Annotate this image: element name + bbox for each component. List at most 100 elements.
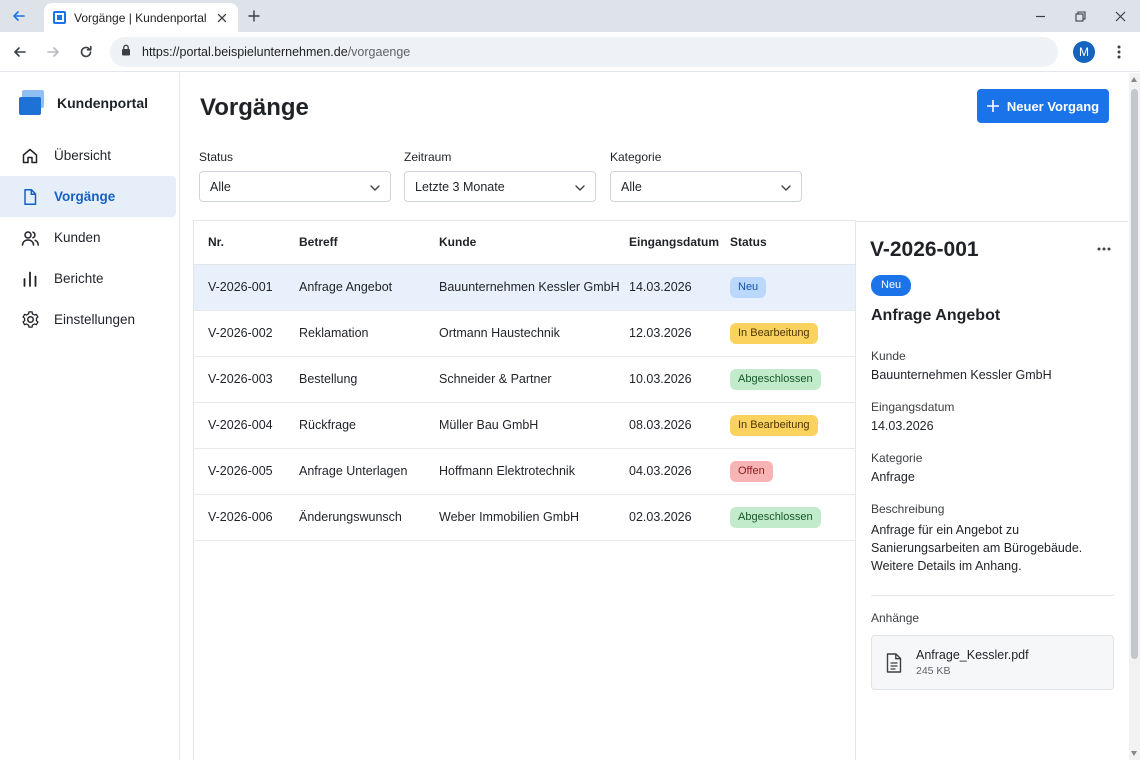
sidebar-item-label: Vorgänge: [54, 189, 116, 204]
minimize-icon[interactable]: [1030, 6, 1050, 26]
column-header-nr[interactable]: Nr.: [194, 221, 299, 265]
vorgaenge-table: Nr. Betreff Kunde Eingangsdatum Status V…: [193, 220, 856, 760]
more-options-icon[interactable]: [1095, 240, 1113, 258]
cell-status: Offen: [730, 448, 856, 495]
chevron-down-icon: [575, 178, 585, 196]
plus-icon: [986, 100, 999, 112]
close-icon[interactable]: [214, 10, 230, 26]
profile-avatar[interactable]: M: [1073, 41, 1095, 63]
new-vorgang-button[interactable]: Neuer Vorgang: [977, 89, 1109, 123]
sidebar-item-vorgaenge[interactable]: Vorgänge: [0, 176, 176, 217]
scroll-up-arrow-icon[interactable]: [1131, 77, 1137, 82]
detail-datum-value: 14.03.2026: [871, 419, 934, 433]
cell-kunde: Weber Immobilien GmbH: [439, 494, 629, 541]
page-scrollbar[interactable]: [1129, 73, 1140, 760]
status-badge: Offen: [730, 460, 773, 482]
address-bar[interactable]: https://portal.beispielunternehmen.de/vo…: [110, 37, 1058, 67]
detail-kunde-value: Bauunternehmen Kessler GmbH: [871, 368, 1052, 382]
cell-eingangsdatum: 02.03.2026: [629, 494, 730, 541]
sidebar-item-kunden[interactable]: Kunden: [0, 217, 176, 258]
detail-kunde-label: Kunde: [871, 349, 906, 363]
status-badge: Neu: [730, 276, 767, 298]
cell-kunde: Müller Bau GmbH: [439, 402, 629, 449]
cell-eingangsdatum: 14.03.2026: [629, 264, 730, 311]
file-icon: [884, 651, 904, 675]
cell-eingangsdatum: 08.03.2026: [629, 402, 730, 449]
scroll-down-arrow-icon[interactable]: [1131, 751, 1137, 756]
sidebar-item-uebersicht[interactable]: Übersicht: [0, 135, 176, 176]
detail-beschreibung-label: Beschreibung: [871, 502, 945, 516]
filter-kategorie: Kategorie Alle: [610, 150, 802, 202]
cell-betreff: Anfrage Angebot: [299, 264, 439, 311]
table-row[interactable]: V-2026-005 Anfrage Unterlagen Hoffmann E…: [194, 448, 856, 495]
cell-betreff: Änderungswunsch: [299, 494, 439, 541]
gear-icon: [20, 310, 40, 330]
restore-icon[interactable]: [1070, 6, 1090, 26]
favicon-icon: [53, 11, 66, 24]
brand[interactable]: Kundenportal: [19, 90, 148, 116]
sidebar-item-berichte[interactable]: Berichte: [0, 258, 176, 299]
browser-menu-icon[interactable]: [1111, 42, 1127, 62]
window-close-icon[interactable]: [1110, 6, 1130, 26]
cell-betreff: Bestellung: [299, 356, 439, 403]
cell-eingangsdatum: 04.03.2026: [629, 448, 730, 495]
browser-toolbar: https://portal.beispielunternehmen.de/vo…: [0, 32, 1140, 72]
brand-logo-icon: [19, 90, 45, 116]
forward-arrow-icon[interactable]: [41, 40, 65, 64]
chevron-down-icon: [781, 178, 791, 196]
reload-icon[interactable]: [74, 40, 98, 64]
attachment-item[interactable]: Anfrage_Kessler.pdf 245 KB: [871, 635, 1114, 690]
detail-kategorie-label: Kategorie: [871, 451, 923, 465]
attachment-text: Anfrage_Kessler.pdf 245 KB: [916, 648, 1029, 677]
filter-kategorie-value: Alle: [621, 179, 642, 194]
table-row[interactable]: V-2026-003 Bestellung Schneider & Partne…: [194, 356, 856, 403]
cell-nr: V-2026-002: [194, 310, 299, 357]
browser-tab-bar: Vorgänge | Kundenportal: [0, 0, 1140, 32]
detail-status-badge: Neu: [871, 275, 912, 296]
document-icon: [20, 187, 40, 207]
page-title: Vorgänge: [200, 94, 309, 121]
cell-betreff: Anfrage Unterlagen: [299, 448, 439, 495]
sidebar-nav: Übersicht Vorgänge Kunden Berichte Einst…: [0, 135, 180, 340]
column-header-kunde[interactable]: Kunde: [439, 221, 629, 265]
column-header-status[interactable]: Status: [730, 221, 856, 265]
cell-kunde: Bauunternehmen Kessler GmbH: [439, 264, 629, 311]
detail-title: Anfrage Angebot: [871, 307, 1001, 324]
back-arrow-icon[interactable]: [8, 40, 32, 64]
beschreibung-line: Anfrage für ein Angebot zu: [871, 523, 1020, 537]
filter-status-select[interactable]: Alle: [199, 171, 391, 202]
sidebar-item-einstellungen[interactable]: Einstellungen: [0, 299, 176, 340]
table-row[interactable]: V-2026-001 Anfrage Angebot Bauunternehme…: [194, 264, 856, 311]
url-text: https://portal.beispielunternehmen.de/vo…: [142, 45, 411, 59]
cell-betreff: Rückfrage: [299, 402, 439, 449]
sidebar-item-label: Berichte: [54, 271, 104, 286]
column-header-betreff[interactable]: Betreff: [299, 221, 439, 265]
filter-zeitraum: Zeitraum Letzte 3 Monate: [404, 150, 596, 202]
detail-kategorie-value: Anfrage: [871, 470, 915, 484]
cell-kunde: Schneider & Partner: [439, 356, 629, 403]
table-row[interactable]: V-2026-002 Reklamation Ortmann Haustechn…: [194, 310, 856, 357]
filter-kategorie-select[interactable]: Alle: [610, 171, 802, 202]
filter-status-label: Status: [199, 150, 234, 164]
lock-icon[interactable]: [121, 43, 131, 61]
table-header-row: Nr. Betreff Kunde Eingangsdatum Status: [194, 221, 856, 265]
cell-kunde: Ortmann Haustechnik: [439, 310, 629, 357]
table-row[interactable]: V-2026-004 Rückfrage Müller Bau GmbH 08.…: [194, 402, 856, 449]
table-row[interactable]: V-2026-006 Änderungswunsch Weber Immobil…: [194, 494, 856, 541]
filter-zeitraum-select[interactable]: Letzte 3 Monate: [404, 171, 596, 202]
status-badge: In Bearbeitung: [730, 322, 818, 344]
cell-status: Abgeschlossen: [730, 494, 856, 541]
new-vorgang-button-label: Neuer Vorgang: [1006, 98, 1100, 114]
browser-tab-title: Vorgänge | Kundenportal: [74, 10, 207, 25]
status-badge: Abgeschlossen: [730, 368, 821, 390]
browser-tab-active[interactable]: Vorgänge | Kundenportal: [44, 3, 238, 32]
scrollbar-thumb[interactable]: [1131, 89, 1138, 659]
sidebar-item-label: Übersicht: [54, 148, 112, 163]
column-header-eingangsdatum[interactable]: Eingangsdatum: [629, 221, 730, 265]
attachment-size: 245 KB: [916, 665, 951, 677]
users-icon: [20, 228, 40, 248]
filter-status: Status Alle: [199, 150, 391, 202]
new-tab-plus-icon[interactable]: [244, 6, 264, 26]
tab-search-back-icon[interactable]: [6, 4, 32, 28]
cell-status: Abgeschlossen: [730, 356, 856, 403]
